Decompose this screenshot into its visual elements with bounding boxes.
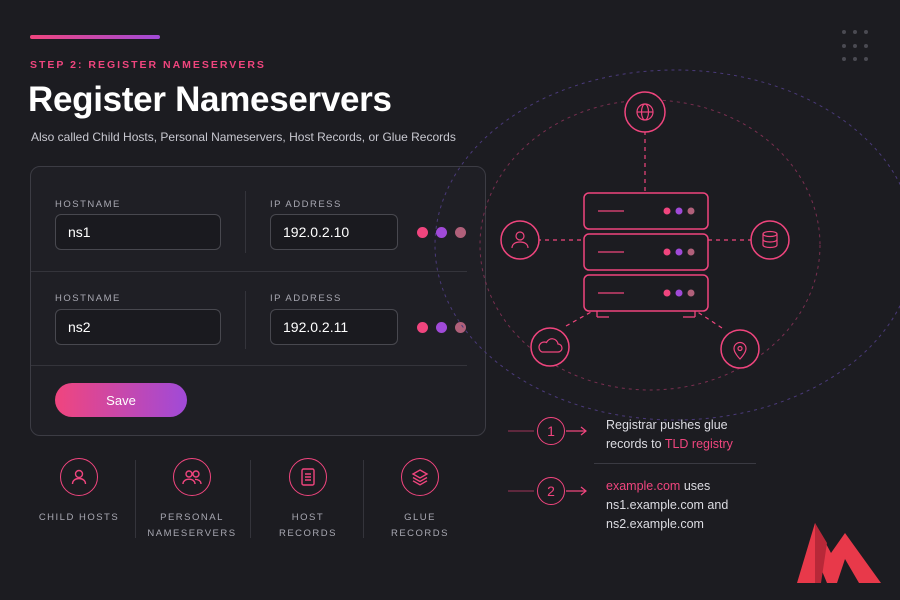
feature-label: PERSONAL NAMESERVERS: [147, 512, 237, 539]
ip-address-input-1[interactable]: [270, 214, 398, 250]
note-2-highlight: example.com: [606, 479, 681, 493]
globe-icon: [624, 91, 666, 133]
feature-host-records: HOST RECORDS: [251, 458, 365, 542]
step-number-2: 2: [537, 477, 565, 505]
row-divider: [31, 271, 467, 272]
accent-bar: [30, 35, 160, 39]
step-label: STEP 2: REGISTER NAMESERVERS: [30, 59, 266, 71]
page-title: Register Nameservers: [28, 80, 392, 119]
save-button[interactable]: Save: [55, 383, 187, 417]
ip-address-label: IP ADDRESS: [270, 293, 342, 304]
feature-label: GLUE RECORDS: [390, 512, 449, 539]
column-divider: [245, 291, 246, 349]
note-2-text: example.com uses ns1.example.com and ns2.e…: [606, 479, 729, 531]
cloud-icon: [530, 327, 570, 367]
database-icon: [750, 220, 790, 260]
note-1-highlight: TLD registry: [664, 437, 733, 451]
feature-glue-records: GLUE RECORDS: [363, 458, 477, 542]
location-pin-icon: [720, 329, 760, 369]
page-subtitle: Also called Child Hosts, Personal Namese…: [31, 130, 456, 144]
user-icon: [60, 458, 98, 496]
note-divider: [594, 463, 756, 464]
ip-address-label: IP ADDRESS: [270, 199, 342, 210]
hostname-label: HOSTNAME: [55, 199, 121, 210]
layers-icon: [401, 458, 439, 496]
hostname-label: HOSTNAME: [55, 293, 121, 304]
note-1-text: Registrar pushes glue records to TLD regi…: [606, 418, 733, 451]
brand-logo-icon: [797, 523, 881, 583]
feature-label: HOST RECORDS: [278, 512, 337, 539]
column-divider: [245, 191, 246, 253]
ip-address-input-2[interactable]: [270, 309, 398, 345]
users-icon: [173, 458, 211, 496]
step-number-1: 1: [537, 417, 565, 445]
nameserver-diagram: [434, 69, 900, 421]
feature-child-hosts: CHILD HOSTS: [22, 458, 136, 526]
hostname-input-1[interactable]: [55, 214, 221, 250]
feature-label: CHILD HOSTS: [38, 512, 120, 523]
hostname-input-2[interactable]: [55, 309, 221, 345]
document-icon: [289, 458, 327, 496]
user-icon: [500, 220, 540, 260]
feature-personal-nameservers: PERSONAL NAMESERVERS: [135, 458, 249, 542]
row-divider: [31, 365, 467, 366]
